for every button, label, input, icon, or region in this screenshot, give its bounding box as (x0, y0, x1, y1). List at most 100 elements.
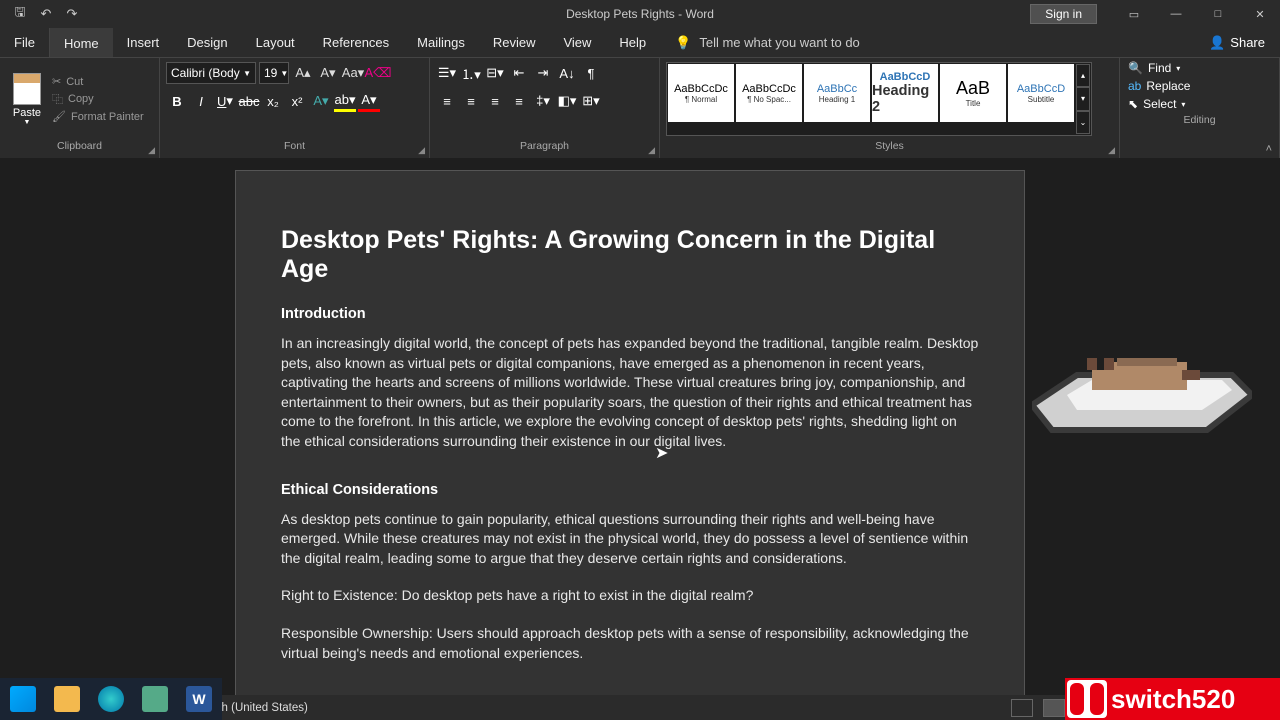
collapse-ribbon-icon[interactable]: ˄ (1266, 143, 1272, 155)
align-left-icon[interactable]: ≡ (436, 90, 458, 112)
gallery-up-icon[interactable]: ▴ (1076, 64, 1090, 87)
start-icon[interactable] (10, 686, 36, 712)
sort-icon[interactable]: A↓ (556, 62, 578, 84)
format-painter-button[interactable]: 🖌 Format Painter (52, 110, 144, 123)
style-name: Subtitle (1028, 95, 1055, 104)
decrease-indent-icon[interactable]: ⇤ (508, 62, 530, 84)
cut-button[interactable]: ✂Cut (52, 75, 144, 88)
read-mode-icon[interactable] (1011, 699, 1033, 717)
multilevel-icon[interactable]: ⊟▾ (484, 62, 506, 84)
gallery-down-icon[interactable]: ▾ (1076, 87, 1090, 110)
redo-icon[interactable]: ↷ (60, 2, 84, 26)
font-launcher-icon[interactable]: ◢ (418, 145, 425, 156)
text-effects-icon[interactable]: A▾ (310, 90, 332, 112)
document-title[interactable]: Desktop Pets' Rights: A Growing Concern … (281, 226, 979, 284)
justify-icon[interactable]: ≡ (508, 90, 530, 112)
tab-review[interactable]: Review (479, 28, 550, 57)
font-name-combo[interactable]: Calibri (Body▼ (166, 62, 256, 84)
font-color-icon[interactable]: A▾ (358, 90, 380, 112)
style-nospacing[interactable]: AaBbCcDc¶ No Spac... (736, 64, 802, 122)
style-heading2[interactable]: AaBbCcDHeading 2 (872, 64, 938, 122)
paragraph-launcher-icon[interactable]: ◢ (648, 145, 655, 156)
tab-file[interactable]: File (0, 28, 50, 57)
tell-me-search[interactable]: 💡 Tell me what you want to do (660, 28, 875, 57)
tab-references[interactable]: References (309, 28, 403, 57)
font-size-combo[interactable]: 19▼ (259, 62, 289, 84)
brush-icon: 🖌 (52, 110, 66, 123)
shrink-font-icon[interactable]: A▾ (317, 62, 339, 84)
tab-design[interactable]: Design (173, 28, 241, 57)
style-normal[interactable]: AaBbCcDc¶ Normal (668, 64, 734, 122)
copy-button[interactable]: ⿻Copy (52, 91, 144, 107)
increase-indent-icon[interactable]: ⇥ (532, 62, 554, 84)
styles-launcher-icon[interactable]: ◢ (1108, 145, 1115, 156)
italic-button[interactable]: I (190, 90, 212, 112)
watermark-text: switch520 (1111, 684, 1235, 715)
ribbon-display-icon[interactable]: ▭ (1114, 1, 1154, 27)
numbering-icon[interactable]: ⒈▾ (460, 62, 482, 84)
store-icon[interactable] (142, 686, 168, 712)
borders-icon[interactable]: ⊞▾ (580, 90, 602, 112)
sign-in-button[interactable]: Sign in (1030, 4, 1097, 24)
maximize-icon[interactable]: □ (1198, 1, 1238, 27)
font-group-label: Font (160, 140, 429, 158)
bold-button[interactable]: B (166, 90, 188, 112)
change-case-icon[interactable]: Aa▾ (342, 62, 364, 84)
shading-icon[interactable]: ◧▾ (556, 90, 578, 112)
bullets-icon[interactable]: ☰▾ (436, 62, 458, 84)
tab-home[interactable]: Home (50, 28, 113, 57)
find-button[interactable]: 🔍Find▾ (1128, 61, 1271, 75)
style-preview: AaB (956, 78, 990, 99)
paragraph-text[interactable]: As desktop pets continue to gain popular… (281, 510, 979, 569)
copy-label: Copy (68, 93, 94, 105)
align-center-icon[interactable]: ≡ (460, 90, 482, 112)
desktop-pet[interactable] (1032, 330, 1252, 440)
share-button[interactable]: 👤 Share (1194, 28, 1280, 57)
replace-button[interactable]: abReplace (1128, 79, 1271, 93)
print-layout-icon[interactable] (1043, 699, 1065, 717)
underline-button[interactable]: U▾ (214, 90, 236, 112)
grow-font-icon[interactable]: A▴ (292, 62, 314, 84)
taskbar[interactable]: W (0, 678, 222, 720)
align-right-icon[interactable]: ≡ (484, 90, 506, 112)
minimize-icon[interactable]: — (1156, 1, 1196, 27)
clear-format-icon[interactable]: A⌫ (367, 62, 389, 84)
highlight-icon[interactable]: ab▾ (334, 90, 356, 112)
close-icon[interactable]: ✕ (1240, 1, 1280, 27)
heading-introduction[interactable]: Introduction (281, 306, 979, 322)
edge-icon[interactable] (98, 686, 124, 712)
styles-gallery[interactable]: AaBbCcDc¶ Normal AaBbCcDc¶ No Spac... Aa… (666, 62, 1092, 136)
clipboard-launcher-icon[interactable]: ◢ (148, 145, 155, 156)
show-marks-icon[interactable]: ¶ (580, 62, 602, 84)
paragraph-text[interactable]: Right to Existence: Do desktop pets have… (281, 586, 979, 606)
document-page[interactable]: Desktop Pets' Rights: A Growing Concern … (235, 170, 1025, 695)
painter-label: Format Painter (71, 111, 144, 123)
paragraph-text[interactable]: In an increasingly digital world, the co… (281, 334, 979, 452)
tab-insert[interactable]: Insert (113, 28, 174, 57)
gallery-more-icon[interactable]: ⌄ (1076, 111, 1090, 134)
tab-view[interactable]: View (549, 28, 605, 57)
line-spacing-icon[interactable]: ‡▾ (532, 90, 554, 112)
style-subtitle[interactable]: AaBbCcDSubtitle (1008, 64, 1074, 122)
tab-help[interactable]: Help (605, 28, 660, 57)
superscript-button[interactable]: x² (286, 90, 308, 112)
strike-button[interactable]: abc (238, 90, 260, 112)
tab-layout[interactable]: Layout (242, 28, 309, 57)
paragraph-group-label: Paragraph (430, 140, 659, 158)
undo-icon[interactable]: ↶ (34, 2, 58, 26)
select-button[interactable]: ⬉Select▾ (1128, 97, 1271, 111)
save-icon[interactable]: 🖫 (8, 2, 32, 26)
paragraph-text[interactable]: Responsible Ownership: Users should appr… (281, 624, 979, 663)
style-name: ¶ No Spac... (747, 95, 791, 104)
style-title[interactable]: AaBTitle (940, 64, 1006, 122)
subscript-button[interactable]: x₂ (262, 90, 284, 112)
word-icon[interactable]: W (186, 686, 212, 712)
explorer-icon[interactable] (54, 686, 80, 712)
titlebar: 🖫 ↶ ↷ Desktop Pets Rights - Word Sign in… (0, 0, 1280, 28)
style-name: Title (966, 99, 981, 108)
tab-mailings[interactable]: Mailings (403, 28, 479, 57)
heading-ethical[interactable]: Ethical Considerations (281, 482, 979, 498)
watermark: switch520 (1065, 678, 1280, 720)
style-heading1[interactable]: AaBbCcHeading 1 (804, 64, 870, 122)
paste-button[interactable]: Paste ▼ (6, 62, 48, 136)
